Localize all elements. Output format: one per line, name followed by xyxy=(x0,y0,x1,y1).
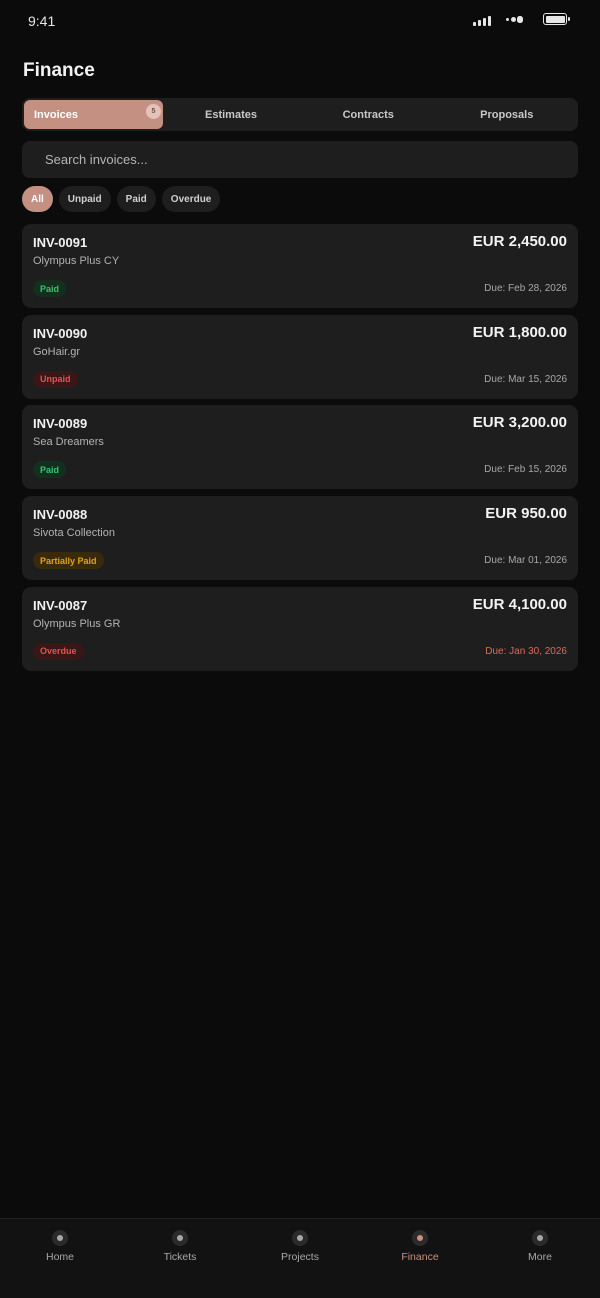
invoice-amount: EUR 2,450.00 xyxy=(472,233,567,250)
search-bar xyxy=(22,141,578,178)
tab-label: Contracts xyxy=(342,108,394,121)
nav-label: Tickets xyxy=(163,1251,197,1263)
projects-icon xyxy=(292,1230,308,1246)
invoice-client: GoHair.gr xyxy=(33,345,81,358)
nav-label: More xyxy=(528,1251,552,1263)
nav-label: Finance xyxy=(401,1251,439,1263)
search-input[interactable] xyxy=(22,141,578,178)
invoice-due-date: Due: Jan 30, 2026 xyxy=(485,645,567,657)
wifi-icon xyxy=(506,14,523,24)
tab-invoices[interactable]: Invoices 5 xyxy=(24,100,163,129)
status-badge: Unpaid xyxy=(33,370,78,388)
status-filters: All Unpaid Paid Overdue xyxy=(22,186,221,212)
filter-overdue[interactable]: Overdue xyxy=(161,186,221,212)
nav-more[interactable]: More xyxy=(480,1219,600,1298)
invoice-client: Olympus Plus GR xyxy=(33,617,121,630)
status-badge: Paid xyxy=(33,280,67,297)
invoice-number: INV-0091 xyxy=(33,235,88,250)
invoice-due-date: Due: Feb 28, 2026 xyxy=(484,283,567,294)
nav-label: Home xyxy=(45,1251,74,1263)
filter-unpaid[interactable]: Unpaid xyxy=(58,186,111,212)
status-bar: 9:41 xyxy=(0,0,600,44)
status-badge: Overdue xyxy=(33,642,84,660)
invoice-amount: EUR 1,800.00 xyxy=(472,323,567,341)
status-time: 9:41 xyxy=(28,13,56,29)
invoice-due-date: Due: Mar 15, 2026 xyxy=(484,373,567,385)
bottom-nav: Home Tickets Projects Finance More xyxy=(0,1218,600,1298)
invoice-due-date: Due: Feb 15, 2026 xyxy=(484,464,567,476)
invoice-amount: EUR 3,200.00 xyxy=(472,414,567,432)
invoice-number: INV-0087 xyxy=(33,597,88,613)
invoice-number: INV-0090 xyxy=(33,325,88,341)
invoice-client: Olympus Plus CY xyxy=(33,255,120,267)
finance-screen: 9:41 Finance Invoices 5 Estimates Contra… xyxy=(0,0,600,1298)
invoice-card[interactable]: INV-0087 EUR 4,100.00 Olympus Plus GR Ov… xyxy=(22,586,578,671)
tickets-icon xyxy=(172,1230,188,1246)
invoice-list: INV-0091 EUR 2,450.00 Olympus Plus CY Pa… xyxy=(22,224,578,677)
tab-label: Invoices xyxy=(34,108,79,121)
page-title: Finance xyxy=(23,60,95,81)
invoice-amount: EUR 4,100.00 xyxy=(472,595,567,613)
tab-contracts[interactable]: Contracts xyxy=(299,100,438,129)
battery-icon xyxy=(543,13,570,25)
tab-label: Estimates xyxy=(205,108,257,121)
tab-bar: Invoices 5 Estimates Contracts Proposals xyxy=(22,98,578,131)
invoice-number: INV-0088 xyxy=(33,507,88,523)
cellular-signal-icon xyxy=(473,15,491,26)
invoice-card[interactable]: INV-0091 EUR 2,450.00 Olympus Plus CY Pa… xyxy=(22,224,578,308)
tab-estimates[interactable]: Estimates xyxy=(163,100,299,129)
invoice-card[interactable]: INV-0090 EUR 1,800.00 GoHair.gr Unpaid D… xyxy=(22,314,578,399)
nav-projects[interactable]: Projects xyxy=(240,1219,360,1298)
nav-tickets[interactable]: Tickets xyxy=(120,1219,240,1298)
status-badge: Partially Paid xyxy=(33,552,104,570)
invoice-client: Sea Dreamers xyxy=(33,436,104,449)
invoice-card[interactable]: INV-0088 EUR 950.00 Sivota Collection Pa… xyxy=(22,496,578,581)
filter-paid[interactable]: Paid xyxy=(116,186,156,212)
invoice-amount: EUR 950.00 xyxy=(485,505,567,523)
finance-icon xyxy=(412,1230,428,1246)
invoice-number: INV-0089 xyxy=(33,416,88,432)
more-icon xyxy=(532,1230,548,1246)
invoice-due-date: Due: Mar 01, 2026 xyxy=(484,555,567,567)
nav-home[interactable]: Home xyxy=(0,1219,120,1298)
tab-label: Proposals xyxy=(480,108,534,121)
home-icon xyxy=(52,1230,68,1246)
nav-label: Projects xyxy=(281,1251,319,1263)
filter-all[interactable]: All xyxy=(22,186,53,212)
status-badge: Paid xyxy=(33,461,67,479)
invoice-card[interactable]: INV-0089 EUR 3,200.00 Sea Dreamers Paid … xyxy=(22,405,578,490)
invoice-client: Sivota Collection xyxy=(33,527,115,540)
nav-finance[interactable]: Finance xyxy=(360,1219,480,1298)
tab-proposals[interactable]: Proposals xyxy=(438,100,577,129)
invoice-count-badge: 5 xyxy=(146,104,161,119)
